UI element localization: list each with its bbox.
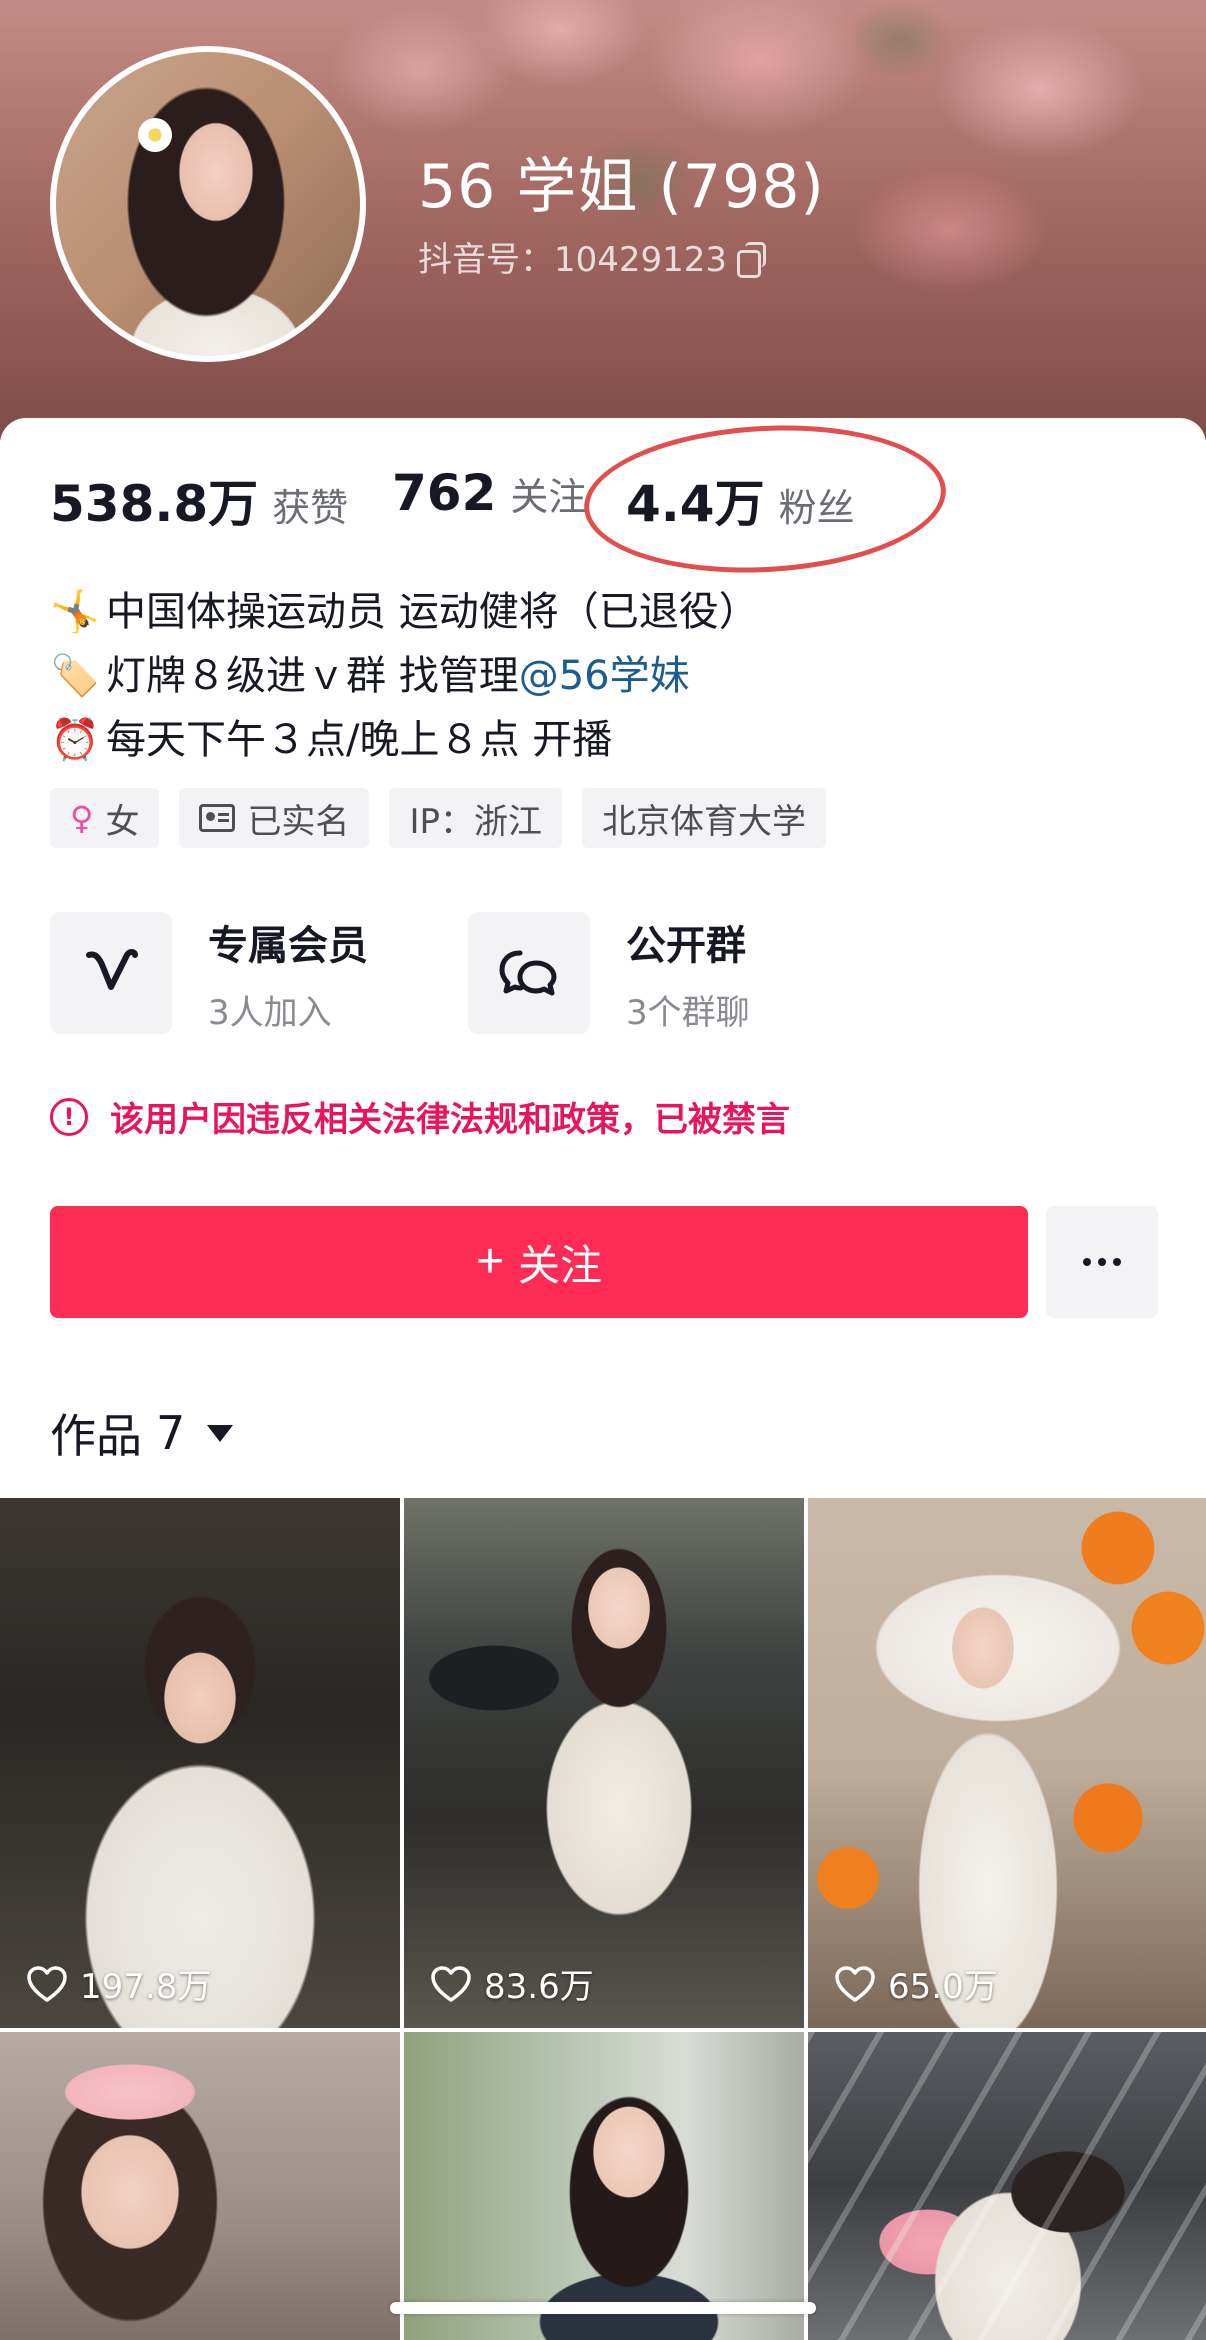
alarm-clock-emoji-icon: ⏰ <box>50 717 100 763</box>
plus-icon: + <box>475 1235 504 1288</box>
tag-ip: IP：浙江 <box>389 788 562 848</box>
bio: 🤸 中国体操运动员 运动健将（已退役） 🏷️ 灯牌８级进ｖ群 找管理 @56学妹… <box>50 580 759 772</box>
bio-text-2: 灯牌８级进ｖ群 找管理 <box>106 653 519 699</box>
more-dot-icon <box>1113 1258 1121 1266</box>
stat-following[interactable]: 762 关注 <box>392 464 586 522</box>
heart-icon <box>27 1965 67 2002</box>
more-options-button[interactable] <box>1046 1206 1158 1318</box>
following-label: 关注 <box>510 475 587 519</box>
avatar[interactable] <box>50 46 366 362</box>
home-indicator[interactable] <box>390 2302 816 2314</box>
stat-likes[interactable]: 538.8万 获赞 <box>50 464 348 536</box>
follow-button-label: 关注 <box>518 1241 603 1289</box>
ban-warning-text: 该用户因违反相关法律法规和政策，已被禁言 <box>110 1100 790 1140</box>
nickname: 56 学姐 (798) <box>418 152 825 222</box>
video-likes: 83.6万 <box>430 1959 594 2008</box>
bio-text-3: 每天下午３点/晚上８点 开播 <box>106 717 613 763</box>
tag-school-label: 北京体育大学 <box>601 801 806 842</box>
id-card-icon <box>199 804 236 832</box>
douyin-id-row[interactable]: 抖音号：10429123 <box>418 232 767 281</box>
video-likes: 65.0万 <box>834 1959 998 2008</box>
bio-line-3: ⏰ 每天下午３点/晚上８点 开播 <box>50 708 759 772</box>
tag-school[interactable]: 北京体育大学 <box>581 788 826 848</box>
works-count: 7 <box>156 1406 186 1460</box>
video-thumbnail[interactable]: 65.0万 <box>808 1498 1206 2028</box>
following-count: 762 <box>392 464 497 522</box>
profile-tags: ♀ 女 已实名 IP：浙江 北京体育大学 <box>50 788 826 848</box>
gymnast-emoji-icon: 🤸 <box>50 589 100 635</box>
label-tag-emoji-icon: 🏷️ <box>50 653 100 699</box>
hair-flower-decoration <box>138 118 172 152</box>
video-thumbnail[interactable] <box>404 2032 804 2340</box>
ban-warning: ! 该用户因违反相关法律法规和政策，已被禁言 <box>50 1092 790 1141</box>
video-thumbnail[interactable]: 83.6万 <box>404 1498 804 2028</box>
video-thumbnail[interactable]: 197.8万 <box>0 1498 400 2028</box>
likes-count: 538.8万 <box>50 475 259 533</box>
member-title: 专属会员 <box>208 922 368 969</box>
video-likes-count: 197.8万 <box>80 1967 212 2007</box>
bio-text-1: 中国体操运动员 运动健将（已退役） <box>106 589 759 635</box>
group-title: 公开群 <box>626 922 746 969</box>
follow-button[interactable]: + 关注 <box>50 1206 1028 1318</box>
more-dot-icon <box>1098 1258 1106 1266</box>
works-tab-label: 作品 <box>50 1409 142 1463</box>
copy-icon[interactable] <box>737 241 767 278</box>
tag-verified[interactable]: 已实名 <box>179 788 370 848</box>
tag-verified-label: 已实名 <box>247 801 350 842</box>
group-chat-icon <box>468 912 590 1034</box>
tab-works[interactable]: 作品 7 <box>50 1400 234 1466</box>
group-count: 3个群聊 <box>626 992 750 1033</box>
tag-gender: ♀ 女 <box>50 788 160 848</box>
video-thumbnail[interactable] <box>808 2032 1206 2340</box>
heart-icon <box>431 1965 471 2002</box>
member-count: 3人加入 <box>208 992 332 1033</box>
public-group-entry[interactable]: 公开群 3个群聊 <box>468 912 750 1034</box>
vip-v-icon <box>50 912 172 1034</box>
video-thumbnail[interactable] <box>0 2032 400 2340</box>
bio-line-1: 🤸 中国体操运动员 运动健将（已退役） <box>50 580 759 644</box>
more-dot-icon <box>1083 1258 1091 1266</box>
exclusive-member-entry[interactable]: 专属会员 3人加入 <box>50 912 368 1034</box>
female-icon: ♀ <box>70 799 94 837</box>
video-likes: 197.8万 <box>26 1959 211 2008</box>
heart-icon <box>835 1965 875 2002</box>
tag-gender-label: 女 <box>105 801 140 842</box>
bio-line-2: 🏷️ 灯牌８级进ｖ群 找管理 @56学妹 <box>50 644 759 708</box>
exclamation-circle-icon: ! <box>50 1097 88 1136</box>
video-likes-count: 65.0万 <box>888 1967 998 2007</box>
mention-link[interactable]: @56学妹 <box>519 644 690 708</box>
video-likes-count: 83.6万 <box>484 1967 594 2007</box>
douyin-id: 抖音号：10429123 <box>418 240 728 280</box>
tag-ip-label: IP：浙江 <box>409 801 542 842</box>
dropdown-triangle-icon <box>207 1424 234 1442</box>
likes-label: 获赞 <box>272 486 349 530</box>
